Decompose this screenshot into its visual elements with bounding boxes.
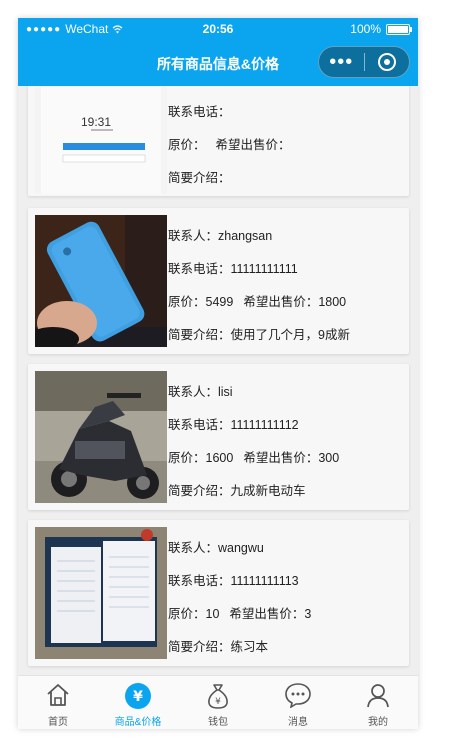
contact-phone: 联系电话： — [168, 105, 231, 119]
listing-image: 19:31 — [35, 86, 167, 194]
listing-image — [35, 527, 167, 659]
price-row: 原价： 希望出售价： — [168, 134, 291, 153]
listing-scroll-area[interactable]: 19:31 联系电话： 原价： 希望出售价： 简要介绍： 联系人：zhangsa… — [18, 86, 418, 675]
phone-screen: ●●●●● WeChat 20:56 100% 所有商品信息&价格 ••• 19… — [18, 18, 418, 729]
contact-name: 联系人：zhangsan — [168, 229, 273, 243]
tab-label: 商品&价格 — [114, 717, 162, 728]
home-icon — [45, 682, 71, 713]
asking-price: 希望出售价：3 — [229, 607, 312, 621]
target-icon — [377, 53, 396, 71]
money-bag-icon: ¥ — [205, 682, 231, 715]
contact-phone: 联系电话：11111111112 — [168, 418, 299, 432]
tab-goods-price[interactable]: ¥ 商品&价格 — [98, 676, 178, 729]
status-bar: ●●●●● WeChat 20:56 100% — [18, 18, 418, 40]
listing-card[interactable]: 联系人：zhangsan 联系电话：11111111111 原价：5499 希望出… — [28, 208, 409, 354]
user-icon — [365, 682, 391, 713]
asking-price: 希望出售价：1800 — [243, 295, 347, 309]
tab-bar: 首页 ¥ 商品&价格 ¥ 钱包 消息 我的 — [18, 675, 418, 729]
svg-text:¥: ¥ — [133, 689, 143, 705]
listing-image — [35, 215, 167, 347]
tab-messages[interactable]: 消息 — [258, 676, 338, 729]
description: 简要介绍：练习本 — [168, 640, 269, 654]
tab-label: 我的 — [368, 717, 388, 728]
listing-image — [35, 371, 167, 503]
listing-card[interactable]: 联系人：wangwu 联系电话：11111111113 原价：10 希望出售价：3… — [28, 520, 409, 666]
chat-bubble-icon — [284, 682, 312, 713]
contact-phone: 联系电话：11111111113 — [168, 574, 299, 588]
tab-wallet[interactable]: ¥ 钱包 — [178, 676, 258, 729]
yen-icon: ¥ — [124, 682, 152, 715]
price-row: 原价：5499 希望出售价：1800 — [168, 291, 346, 310]
description: 简要介绍：使用了几个月，9成新 — [168, 328, 350, 342]
listing-card[interactable]: 联系人：lisi 联系电话：11111111112 原价：1600 希望出售价：3… — [28, 364, 409, 510]
asking-price: 希望出售价： — [215, 138, 291, 152]
original-price: 原价：1600 — [168, 451, 234, 465]
mini-program-capsule: ••• — [318, 46, 410, 78]
tab-home[interactable]: 首页 — [18, 676, 98, 729]
close-program-button[interactable] — [364, 53, 409, 71]
svg-text:¥: ¥ — [215, 697, 221, 707]
tab-label: 首页 — [48, 717, 68, 728]
listing-card[interactable]: 19:31 联系电话： 原价： 希望出售价： 简要介绍： — [28, 86, 409, 196]
description: 简要介绍：九成新电动车 — [168, 484, 306, 498]
battery-percent: 100% — [350, 22, 381, 36]
screenshot-time: 19:31 — [81, 115, 111, 129]
contact-name: 联系人：wangwu — [168, 541, 264, 555]
contact-phone: 联系电话：11111111111 — [168, 262, 298, 276]
description: 简要介绍： — [168, 171, 231, 185]
price-row: 原价：1600 希望出售价：300 — [168, 447, 339, 466]
price-row: 原价：10 希望出售价：3 — [168, 603, 311, 622]
battery-icon — [386, 23, 412, 35]
more-options-button[interactable]: ••• — [319, 48, 364, 76]
tab-profile[interactable]: 我的 — [338, 676, 418, 729]
asking-price: 希望出售价：300 — [243, 451, 340, 465]
original-price: 原价：10 — [168, 607, 220, 621]
tab-label: 钱包 — [208, 717, 228, 728]
tab-label: 消息 — [288, 717, 308, 728]
original-price: 原价： — [168, 138, 206, 152]
contact-name: 联系人：lisi — [168, 385, 233, 399]
original-price: 原价：5499 — [168, 295, 234, 309]
navigation-bar: 所有商品信息&价格 ••• — [18, 40, 418, 86]
